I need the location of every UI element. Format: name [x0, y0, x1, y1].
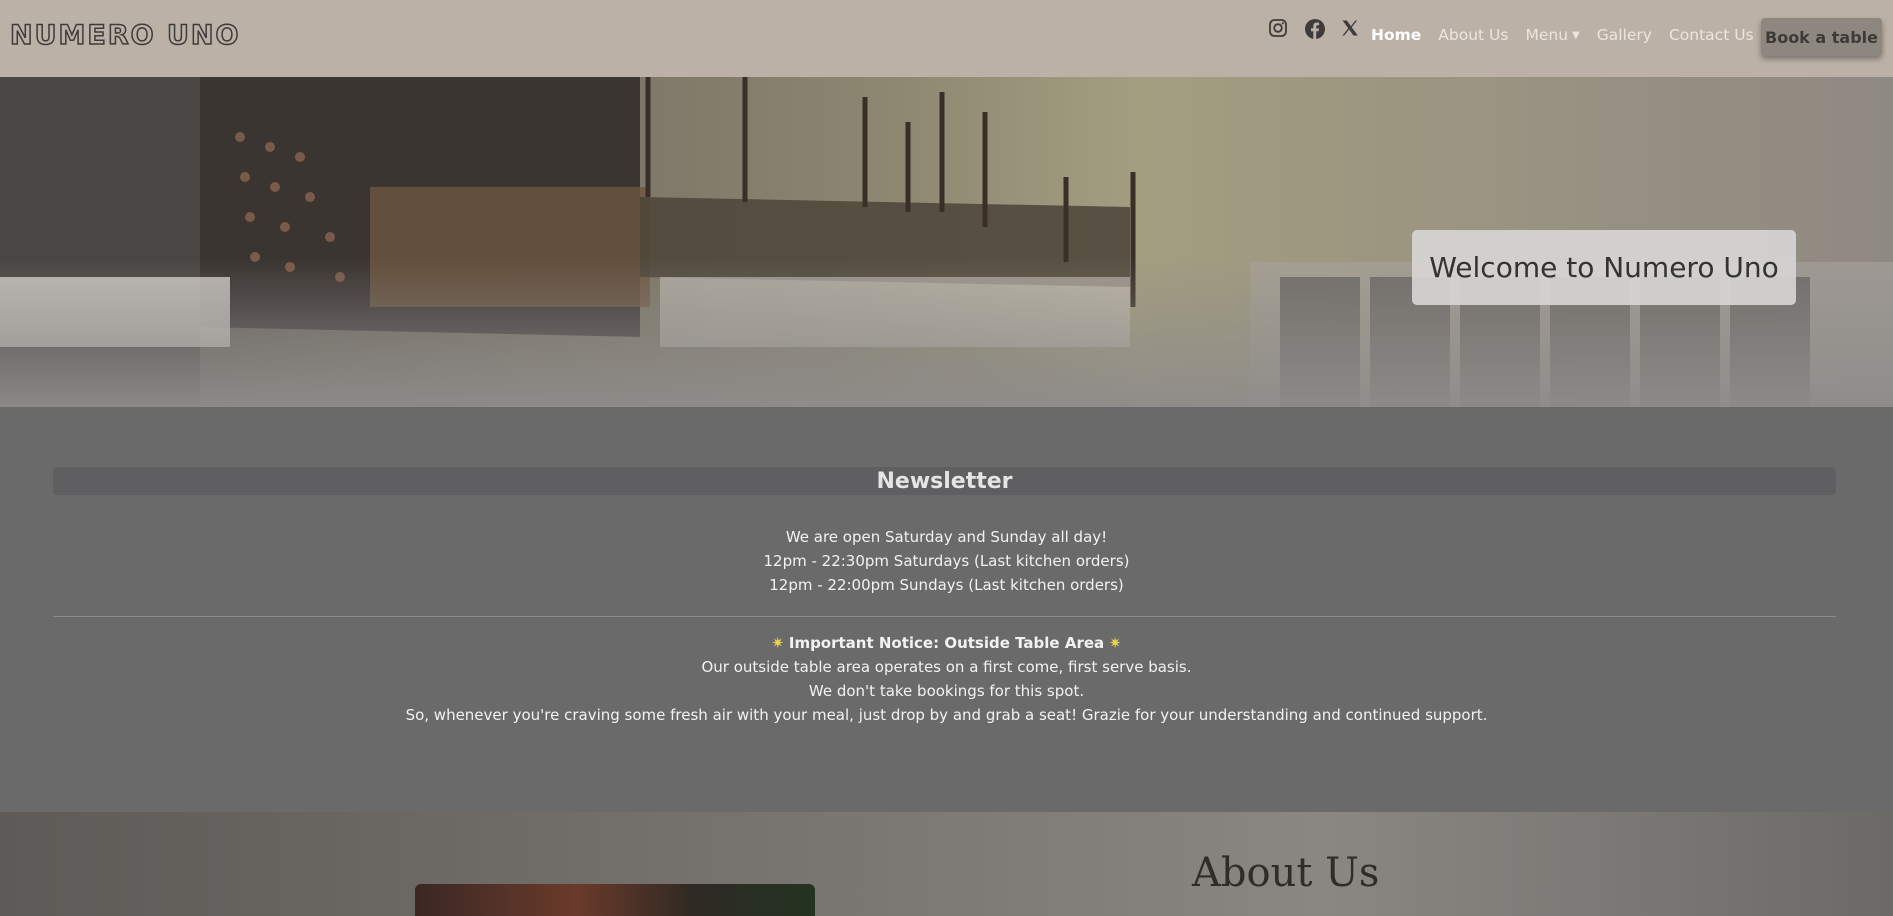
welcome-banner: Welcome to Numero Uno	[1412, 230, 1796, 305]
divider	[53, 616, 1836, 617]
newsletter-title: Newsletter	[876, 468, 1013, 494]
about-section: About Us	[0, 812, 1893, 916]
important-notice: ✷ Important Notice: Outside Table Area ✷…	[0, 631, 1893, 727]
notice-line: We don't take bookings for this spot.	[808, 682, 1085, 700]
notice-title: Important Notice: Outside Table Area	[788, 634, 1105, 652]
chevron-down-icon: ▼	[1572, 30, 1580, 41]
star-icon: ✷	[1108, 634, 1122, 652]
book-table-button[interactable]: Book a table	[1761, 18, 1882, 56]
hours-line: We are open Saturday and Sunday all day!	[785, 528, 1108, 546]
instagram-icon[interactable]	[1268, 18, 1290, 40]
hero-banner: Welcome to Numero Uno	[0, 77, 1893, 407]
brand-logo[interactable]: NUMERO UNO	[9, 19, 240, 52]
notice-line: So, whenever you're craving some fresh a…	[405, 706, 1488, 724]
nav-about-us[interactable]: About Us	[1438, 26, 1508, 44]
about-title: About Us	[1192, 850, 1380, 896]
hours-line: 12pm - 22:00pm Sundays (Last kitchen ord…	[769, 576, 1124, 594]
notice-line: Our outside table area operates on a fir…	[701, 658, 1192, 676]
nav-contact-us[interactable]: Contact Us	[1669, 26, 1754, 44]
hours-line: 12pm - 22:30pm Saturdays (Last kitchen o…	[763, 552, 1130, 570]
newsletter-section: Newsletter We are open Saturday and Sund…	[0, 407, 1893, 812]
nav-menu-dropdown[interactable]: Menu ▼	[1525, 26, 1579, 44]
nav-home[interactable]: Home	[1371, 26, 1421, 44]
x-icon[interactable]	[1340, 18, 1362, 40]
facebook-icon[interactable]	[1304, 18, 1326, 40]
opening-hours: We are open Saturday and Sunday all day!…	[0, 525, 1893, 597]
nav-menu-label: Menu	[1525, 26, 1569, 44]
nav-links: Home About Us Menu ▼ Gallery Contact Us	[1371, 26, 1754, 44]
notice-heading: ✷ Important Notice: Outside Table Area ✷	[0, 631, 1893, 655]
navbar: NUMERO UNO Home About Us Menu ▼ Gallery C…	[0, 0, 1893, 77]
star-icon: ✷	[771, 634, 785, 652]
about-image	[415, 884, 815, 916]
nav-gallery[interactable]: Gallery	[1597, 26, 1652, 44]
newsletter-title-bar: Newsletter	[53, 467, 1836, 495]
social-links	[1268, 18, 1362, 40]
